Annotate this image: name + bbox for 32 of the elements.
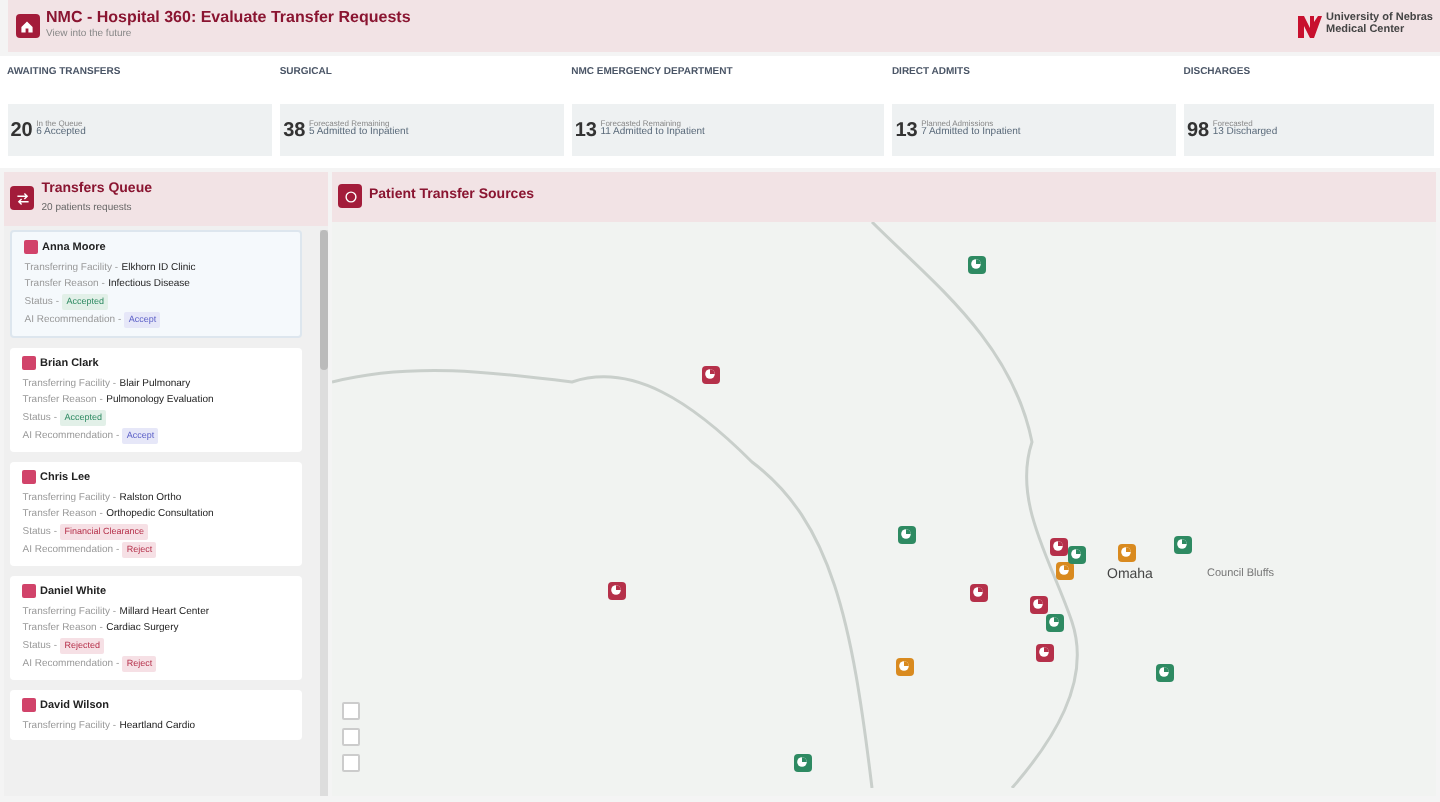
patient-icon [22,698,37,713]
stat-number: 13 [895,117,918,146]
map-pin[interactable] [701,365,719,384]
patient-icon [22,356,37,371]
map-pin[interactable] [967,255,985,274]
scrollbar[interactable] [319,229,328,796]
stat-number: 13 [574,117,597,146]
stat-number: 38 [283,117,306,146]
map-pin[interactable] [1155,663,1173,682]
map-pin[interactable] [969,583,987,602]
transfer-icon [10,186,35,211]
map-pin[interactable] [1049,537,1067,556]
map-pin[interactable] [607,581,625,600]
patient-icon [24,240,39,255]
page-title: NMC - Hospital 360: Evaluate Transfer Requests [46,9,413,28]
map-pin[interactable] [897,525,915,544]
map-pin[interactable] [1067,545,1085,564]
map-pin[interactable] [1117,543,1135,562]
map-pin[interactable] [793,753,811,772]
map-pin[interactable] [1045,613,1063,632]
map-pin[interactable] [1055,561,1073,580]
patient-icon [22,584,37,599]
scrollbar-thumb[interactable] [319,229,328,369]
map-pin[interactable] [1173,535,1191,554]
logo-icon [1298,15,1323,37]
stat-number: 98 [1186,117,1210,146]
home-icon[interactable] [15,14,39,38]
patient-icon [22,470,37,485]
stat-number: 20 [10,117,33,146]
map-pin[interactable] [1029,595,1047,614]
map-pin[interactable] [895,657,913,676]
map-pin[interactable] [1035,643,1053,662]
